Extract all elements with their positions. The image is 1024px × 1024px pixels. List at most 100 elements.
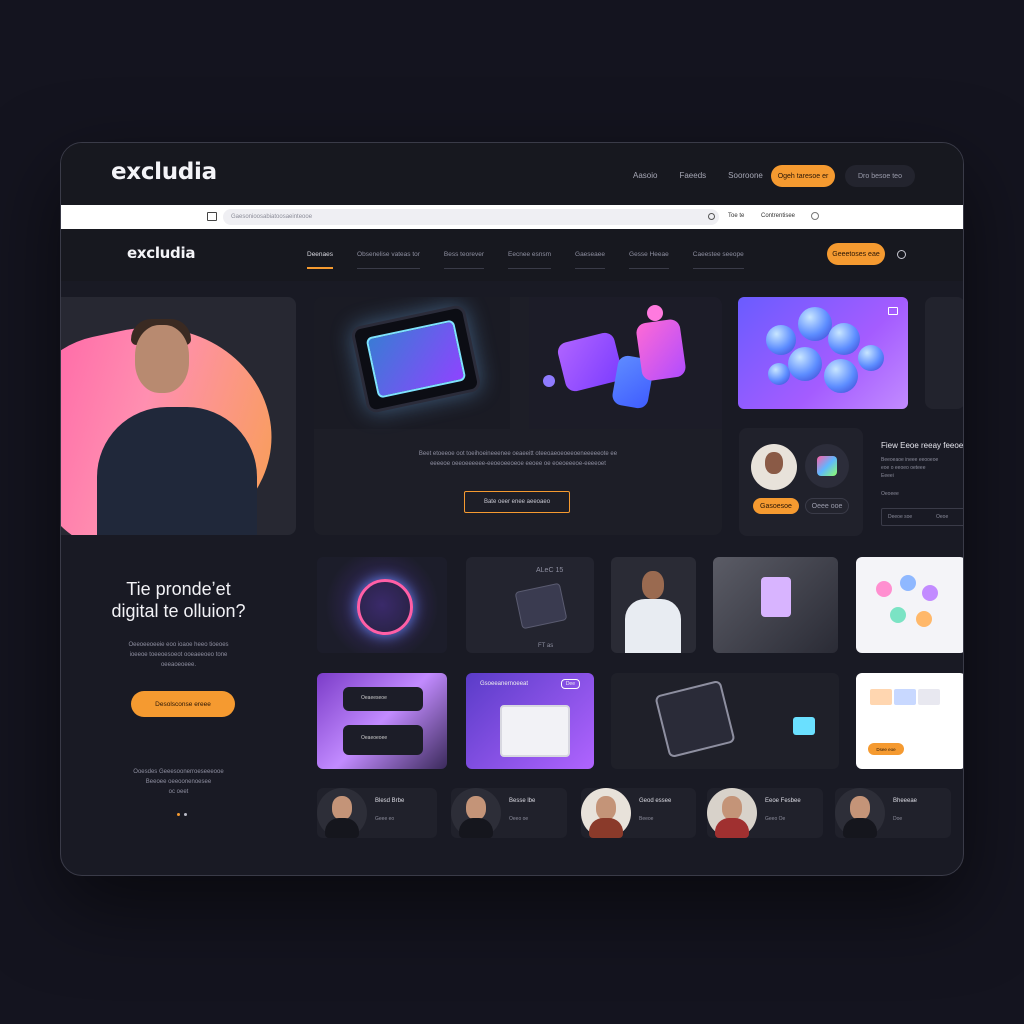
nav-item[interactable]: Obsenelise vateas tor: [357, 251, 420, 269]
nav-item[interactable]: Deenaes: [307, 251, 334, 269]
feature-image-tablet: [314, 297, 510, 429]
person-card[interactable]: Blesd Brbe Geee eo: [317, 788, 437, 838]
reload-icon[interactable]: [708, 213, 715, 220]
top-nav-link[interactable]: Sooroone: [728, 171, 763, 180]
nav-cta-button[interactable]: Geeetoses eae: [827, 243, 885, 265]
person-avatar: [835, 788, 885, 838]
app-orb: [647, 305, 663, 321]
person-avatar: [451, 788, 501, 838]
edge-card: [925, 297, 963, 409]
person-card[interactable]: Eeoe Fesbee Geeo Oe: [707, 788, 823, 838]
person-avatar: [707, 788, 757, 838]
mini-device: [793, 717, 815, 735]
headline-line: Tie prondeʼet: [126, 579, 231, 599]
nav-item[interactable]: Eecnee esnsm: [508, 251, 552, 269]
side-button-group: Deeoe soe Oeoe: [881, 508, 963, 526]
grid-tile-dashboard[interactable]: Gsoeeanernoeeat Dee: [466, 673, 594, 769]
person-role: Oeeo oe: [509, 816, 529, 822]
top-nav-link[interactable]: Aasoio: [633, 171, 657, 180]
tile-label: ALeC 15: [536, 567, 564, 574]
expand-icon[interactable]: [888, 307, 898, 315]
side-link[interactable]: Oeoeee: [881, 490, 963, 498]
person-role: Beeoe: [639, 816, 654, 822]
feature-card: Beet etoeeoe oot toeihoeineeenee oeaeeit…: [314, 297, 722, 535]
grid-tile-person[interactable]: [611, 557, 696, 653]
person-avatar: [581, 788, 631, 838]
nav-item[interactable]: Gesse Heeae: [629, 251, 669, 269]
carousel-dots[interactable]: [177, 813, 187, 816]
profile-btn-primary[interactable]: Gasoesoe: [753, 498, 799, 514]
person-card[interactable]: Bheeeae Doe: [835, 788, 951, 838]
dashboard-screen: [500, 705, 570, 757]
nav-logo[interactable]: excludia: [127, 244, 195, 262]
person-role: Geee eo: [375, 816, 395, 822]
search-icon[interactable]: [897, 250, 906, 259]
hero-cta-button[interactable]: Desolsconse ereee: [131, 691, 235, 717]
side-line: Beeoeaoe ineee eeooeoe: [881, 457, 939, 463]
nav-item[interactable]: Gaeseaee: [575, 251, 606, 269]
person-card[interactable]: Besse lbe Oeeo oe: [451, 788, 567, 838]
chat-bubble: Oeaeeseoe: [343, 687, 423, 711]
app-cube: [635, 318, 687, 382]
device-avatar-graphic: [817, 456, 837, 476]
person-card[interactable]: Geod essee Beeoe: [581, 788, 696, 838]
bubble: [768, 363, 790, 385]
person-name: Eeoe Fesbee: [765, 798, 801, 804]
bubble: [788, 347, 822, 381]
primary-top-button[interactable]: Ogeh taresoe er: [771, 165, 835, 187]
side-button[interactable]: Oeoe: [936, 513, 948, 521]
white-tile-thumb: [894, 689, 916, 705]
tile-tag[interactable]: Dee: [560, 679, 580, 689]
hero-person-body: [97, 407, 257, 535]
browser-extra[interactable]: Contrentisee: [761, 213, 795, 219]
person-name: Blesd Brbe: [375, 798, 405, 804]
tile-person-face: [642, 571, 664, 599]
person-role: Geeo Oe: [765, 816, 786, 822]
feature-image-apps: [529, 297, 722, 429]
white-tile-thumb: [918, 689, 940, 705]
browser-bar: Gaesonioosabiatoosaeinteooe Toe te Contr…: [61, 205, 963, 229]
nav-items: Deenaes Obsenelise vateas tor Bess teore…: [307, 251, 768, 269]
secondary-top-button[interactable]: Dro besoe teo: [845, 165, 915, 187]
profile-avatar: [751, 444, 797, 490]
top-nav-links: Aasoio Faeeds Sooroone: [633, 171, 785, 180]
chat-text: Oeaeeseoe: [361, 695, 387, 701]
reader-icon[interactable]: [207, 212, 217, 221]
side-line: Eeeei: [881, 473, 894, 479]
device-avatar: [805, 444, 849, 488]
brand-logo[interactable]: excludia: [111, 159, 217, 185]
white-tile-button[interactable]: Dsee eoe: [868, 743, 904, 755]
top-nav-link[interactable]: Faeeds: [679, 171, 706, 180]
icon-dot: [876, 581, 892, 597]
feature-outline-button[interactable]: Bate oeer enee aeeoaeo: [464, 491, 570, 513]
hero-image: [61, 297, 296, 535]
tablet-illustration: [350, 303, 482, 415]
side-button[interactable]: Deeoe soe: [888, 513, 912, 521]
grid-tile-chat[interactable]: Oeaeeseoe Oeaeoeoee: [317, 673, 447, 769]
person-name: Geod essee: [639, 798, 672, 804]
grid-tile-white[interactable]: Dsee eoe: [856, 673, 963, 769]
person-name: Besse lbe: [509, 798, 536, 804]
grid-tile-orbit[interactable]: [317, 557, 447, 653]
white-tile-thumb: [870, 689, 892, 705]
grid-tile-icons[interactable]: [856, 557, 963, 653]
browser-action[interactable]: Toe te: [728, 213, 744, 219]
hero-person-face: [135, 325, 189, 393]
side-line: eoe o eeoeo oeteee: [881, 465, 926, 471]
hero-footer-text: Ooesdes Geeesoonerroeseeeooe Beeoee oeeo…: [133, 769, 224, 795]
avatar-face: [765, 452, 783, 474]
grid-tile-hands[interactable]: ALeC 15 FT as: [466, 557, 594, 653]
nav-item[interactable]: Bess teorever: [443, 251, 485, 269]
bubble: [828, 323, 860, 355]
bubble: [766, 325, 796, 355]
bubble: [824, 359, 858, 393]
grid-tile-devices[interactable]: [713, 557, 838, 653]
hero-headline: Tie prondeʼet digital te olluion?: [61, 578, 296, 622]
profile-circle-icon[interactable]: [811, 212, 819, 220]
tile-sublabel: FT as: [538, 643, 554, 649]
side-text-block: Fiew Eeoe reeay feeoe Beeoeaoe ineee eeo…: [881, 441, 963, 526]
url-field[interactable]: Gaesonioosabiatoosaeinteooe: [223, 209, 719, 225]
nav-item[interactable]: Caeestee seeope: [692, 251, 744, 269]
profile-btn-secondary[interactable]: Oeee ooe: [805, 498, 849, 514]
grid-tile-tablet-hands[interactable]: [611, 673, 839, 769]
